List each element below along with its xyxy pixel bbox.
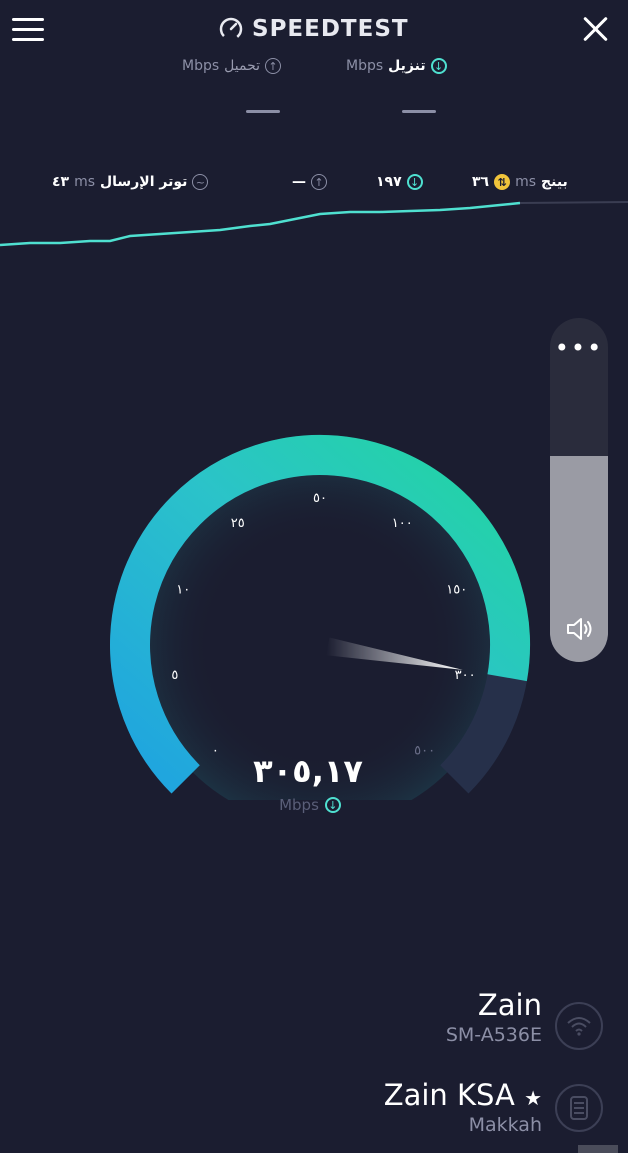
upload-label-text: تحميل (224, 58, 261, 74)
download-label-text: تنزيل (388, 58, 426, 74)
menu-icon[interactable] (12, 18, 44, 42)
speed-graph (0, 201, 628, 247)
upload-latency-value: — (292, 174, 306, 190)
server-name: Zain KSA (383, 1078, 515, 1112)
download-label: Mbps تنزيل ↓ (346, 58, 447, 74)
gauge-tick-label: ٣٠٠ (455, 668, 476, 683)
server-icon (555, 1084, 603, 1132)
speed-value: ٣٠٥,١٧ (253, 752, 363, 790)
corner-tab (578, 1145, 618, 1153)
server-location: Makkah (468, 1113, 542, 1136)
speaker-icon[interactable] (564, 614, 594, 644)
upload-unit: Mbps (182, 58, 220, 74)
upload-latency-icon: ↑ (311, 174, 327, 190)
ping-unit: ms (515, 174, 537, 190)
jitter-stat: ٤٣ ms توتر الإرسال ~ (52, 174, 209, 190)
more-options-icon[interactable]: ••• (550, 336, 608, 360)
jitter-label: توتر الإرسال (100, 174, 188, 190)
upload-value-placeholder (246, 110, 280, 113)
jitter-value: ٤٣ (52, 174, 70, 190)
isp-info[interactable]: Zain SM-A536E (445, 988, 542, 1046)
jitter-unit: ms (74, 174, 96, 190)
download-arrow-icon: ↓ (430, 58, 447, 74)
favorite-star-icon: ★ (524, 1086, 542, 1110)
speed-graph-line (0, 201, 521, 247)
server-info[interactable]: Zain KSA ★ Makkah (383, 1078, 542, 1136)
gauge-tick-label: ١٠٠ (392, 516, 413, 531)
close-icon[interactable] (578, 12, 612, 46)
ping-label: بينج (541, 174, 568, 190)
download-unit: Mbps (346, 58, 384, 74)
download-latency-value: ١٩٧ (376, 174, 402, 190)
volume-panel[interactable]: ••• (550, 318, 608, 662)
gauge-tick-label: ٥٠ (313, 491, 327, 506)
gauge-tick-label: ٥ (171, 668, 178, 683)
download-latency-icon: ↓ (406, 174, 423, 190)
upload-label: Mbps تحميل ↑ (182, 58, 282, 74)
speed-unit: Mbps (279, 796, 319, 814)
ping-value: ٣٦ (472, 174, 490, 190)
app-title: SPEEDTEST (252, 16, 409, 42)
gauge-tick-label: ٥٠٠ (414, 744, 435, 759)
ping-icon: ⇅ (494, 174, 511, 190)
speedometer-icon (219, 17, 243, 41)
gauge-tick-label: ٢٥ (231, 516, 245, 531)
speed-unit-row: Mbps ↓ (250, 796, 370, 814)
speed-gauge: ٠ ٥ ١٠ ٢٥ ٥٠ ١٠٠ ١٥٠ ٣٠٠ ٥٠٠ (110, 435, 530, 800)
isp-name: Zain (477, 988, 542, 1022)
gauge-tick-label: ٠ (212, 744, 219, 759)
upload-latency-stat: — ↑ (292, 174, 327, 190)
ping-stat: ٣٦ ⇅ ms بينج (472, 174, 568, 190)
server-name-row: Zain KSA ★ (383, 1078, 542, 1112)
device-name: SM-A536E (445, 1023, 542, 1046)
app-logo: SPEEDTEST (218, 16, 409, 42)
download-indicator-icon: ↓ (324, 797, 341, 813)
jitter-icon: ~ (192, 174, 209, 190)
download-latency-stat: ١٩٧ ↓ (376, 174, 423, 190)
upload-arrow-icon: ↑ (265, 58, 282, 74)
gauge-tick-label: ١٠ (176, 582, 190, 597)
gauge-tick-label: ١٥٠ (446, 582, 467, 597)
wifi-icon (555, 1002, 603, 1050)
download-value-placeholder (402, 110, 436, 113)
